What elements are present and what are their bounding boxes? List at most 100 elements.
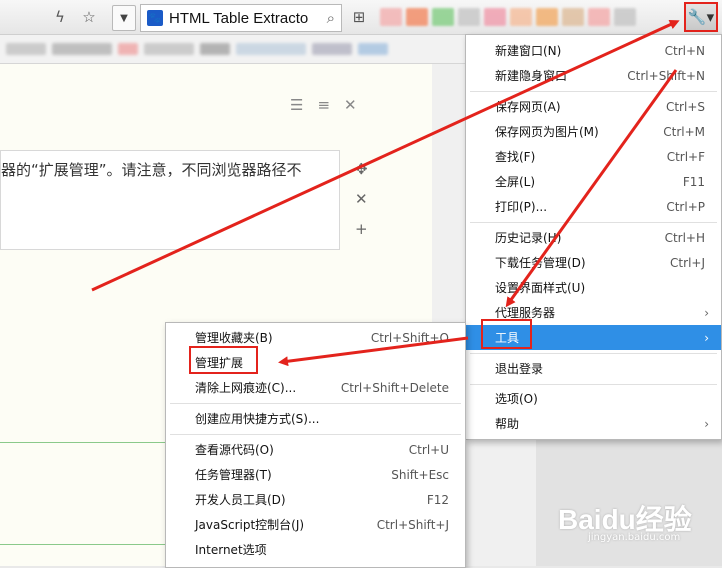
menu-item-new-window[interactable]: 新建窗口(N) Ctrl+N (466, 38, 721, 63)
bookmark-item[interactable] (6, 43, 46, 55)
bookmark-item[interactable] (312, 43, 352, 55)
extension-icon[interactable] (562, 8, 584, 26)
menu-item-shortcut: F12 (426, 492, 449, 507)
editor-side-icons: ✥ ✕ + (355, 160, 368, 238)
menu-item-shortcut: F11 (682, 174, 705, 189)
menu-item-shortcut: Ctrl+S (665, 99, 705, 114)
menu-item-options[interactable]: 选项(O) (466, 386, 721, 411)
bookmark-item[interactable] (200, 43, 230, 55)
menu-separator (170, 403, 461, 404)
submenu-item-internet-options[interactable]: Internet选项 (166, 537, 465, 562)
star-icon[interactable]: ☆ (78, 6, 100, 28)
menu-item-incognito[interactable]: 新建隐身窗口 Ctrl+Shift+N (466, 63, 721, 88)
menu-item-label: JavaScript控制台(J) (195, 518, 305, 532)
menu-item-fullscreen[interactable]: 全屏(L) F11 (466, 169, 721, 194)
menu-item-shortcut: Ctrl+H (664, 230, 705, 245)
ordered-list-icon[interactable]: ☰ (290, 96, 303, 114)
watermark-sub: jingyan.baidu.com (588, 532, 681, 543)
menu-item-shortcut: Ctrl+N (664, 43, 705, 58)
extension-icon[interactable] (536, 8, 558, 26)
extension-icon[interactable] (588, 8, 610, 26)
extension-icon[interactable] (432, 8, 454, 26)
menu-item-find[interactable]: 查找(F) Ctrl+F (466, 144, 721, 169)
menu-separator (470, 91, 717, 92)
menu-item-label: 下载任务管理(D) (495, 256, 586, 270)
extension-icon[interactable] (614, 8, 636, 26)
delete-icon[interactable]: ✕ (355, 190, 368, 208)
submenu-item-manage-favorites[interactable]: 管理收藏夹(B) Ctrl+Shift+O (166, 325, 465, 350)
menu-item-save-page[interactable]: 保存网页(A) Ctrl+S (466, 94, 721, 119)
main-menu: 新建窗口(N) Ctrl+N 新建隐身窗口 Ctrl+Shift+N 保存网页(A)… (465, 34, 722, 440)
menu-separator (170, 434, 461, 435)
extension-icon[interactable] (406, 8, 428, 26)
editor-textbox[interactable]: 器的“扩展管理”。请注意，不同浏览器路径不 (0, 150, 340, 250)
menu-item-proxy[interactable]: 代理服务器 › (466, 300, 721, 325)
tools-submenu: 管理收藏夹(B) Ctrl+Shift+O 管理扩展 清除上网痕迹(C)... Ct… (165, 322, 466, 568)
menu-item-label: 新建窗口(N) (495, 44, 562, 58)
menu-item-label: Internet选项 (195, 543, 267, 557)
menu-item-history[interactable]: 历史记录(H) Ctrl+H (466, 225, 721, 250)
menu-item-label: 创建应用快捷方式(S)... (195, 412, 320, 426)
extension-icon[interactable] (510, 8, 532, 26)
browser-toolbar: ϟ ☆ ▼ 🐾 HTML Table Extracto ⌕ ⊞ 🔧▾ (0, 0, 722, 35)
menu-item-label: 打印(P)... (495, 200, 548, 214)
bookmark-item[interactable] (144, 43, 194, 55)
search-box[interactable]: 🐾 HTML Table Extracto ⌕ (140, 4, 342, 32)
extension-icon[interactable] (380, 8, 402, 26)
menu-item-shortcut: Ctrl+P (666, 199, 705, 214)
add-icon[interactable]: + (355, 220, 368, 238)
menu-item-tools[interactable]: 工具 › (466, 325, 721, 350)
extension-icon[interactable] (458, 8, 480, 26)
submenu-item-view-source[interactable]: 查看源代码(O) Ctrl+U (166, 437, 465, 462)
chevron-right-icon: › (704, 416, 709, 431)
submenu-item-clear-history[interactable]: 清除上网痕迹(C)... Ctrl+Shift+Delete (166, 375, 465, 400)
lightning-icon[interactable]: ϟ (50, 6, 70, 28)
menu-item-label: 保存网页(A) (495, 100, 561, 114)
paw-icon[interactable]: 🐾 (147, 10, 163, 26)
bookmark-item[interactable] (358, 43, 388, 55)
wrench-icon[interactable]: 🔧▾ (684, 2, 718, 32)
menu-item-logout[interactable]: 退出登录 (466, 356, 721, 381)
menu-item-label: 任务管理器(T) (195, 468, 272, 482)
menu-item-label: 工具 (495, 331, 520, 345)
menu-item-label: 全屏(L) (495, 175, 536, 189)
divider (0, 442, 166, 443)
search-icon[interactable]: ⌕ (327, 9, 335, 27)
menu-item-ui-style[interactable]: 设置界面样式(U) (466, 275, 721, 300)
move-icon[interactable]: ✥ (355, 160, 368, 178)
submenu-item-manage-extensions[interactable]: 管理扩展 (166, 350, 465, 375)
extension-icon[interactable] (484, 8, 506, 26)
menu-item-label: 查看源代码(O) (195, 443, 274, 457)
menu-item-help[interactable]: 帮助 › (466, 411, 721, 436)
menu-item-label: 开发人员工具(D) (195, 493, 286, 507)
menu-item-save-as-image[interactable]: 保存网页为图片(M) Ctrl+M (466, 119, 721, 144)
editor-toolbar: ☰ ≡ ✕ (290, 96, 357, 114)
bookmark-item[interactable] (236, 43, 306, 55)
menu-item-label: 清除上网痕迹(C)... (195, 381, 297, 395)
menu-item-label: 退出登录 (495, 362, 544, 376)
menu-item-label: 选项(O) (495, 392, 538, 406)
submenu-item-dev-tools[interactable]: 开发人员工具(D) F12 (166, 487, 465, 512)
menu-item-label: 历史记录(H) (495, 231, 562, 245)
search-input[interactable]: HTML Table Extracto (169, 10, 317, 27)
extension-icons (380, 8, 636, 26)
menu-item-downloads[interactable]: 下载任务管理(D) Ctrl+J (466, 250, 721, 275)
menu-item-label: 管理收藏夹(B) (195, 331, 273, 345)
dropdown-icon[interactable]: ▼ (112, 5, 136, 31)
grid-icon[interactable]: ⊞ (348, 6, 370, 28)
menu-item-print[interactable]: 打印(P)... Ctrl+P (466, 194, 721, 219)
submenu-item-js-console[interactable]: JavaScript控制台(J) Ctrl+Shift+J (166, 512, 465, 537)
menu-item-label: 帮助 (495, 417, 520, 431)
menu-item-shortcut: Ctrl+J (670, 255, 705, 270)
menu-item-label: 代理服务器 (495, 306, 556, 320)
bookmark-item[interactable] (52, 43, 112, 55)
submenu-item-create-shortcut[interactable]: 创建应用快捷方式(S)... (166, 406, 465, 431)
menu-item-shortcut: Shift+Esc (391, 467, 449, 482)
list-icon[interactable]: ≡ (317, 96, 330, 114)
submenu-item-task-manager[interactable]: 任务管理器(T) Shift+Esc (166, 462, 465, 487)
bookmark-item[interactable] (118, 43, 138, 55)
menu-item-label: 查找(F) (495, 150, 536, 164)
menu-item-shortcut: Ctrl+M (663, 124, 705, 139)
close-icon[interactable]: ✕ (344, 96, 357, 114)
menu-item-shortcut: Ctrl+Shift+N (627, 68, 705, 83)
